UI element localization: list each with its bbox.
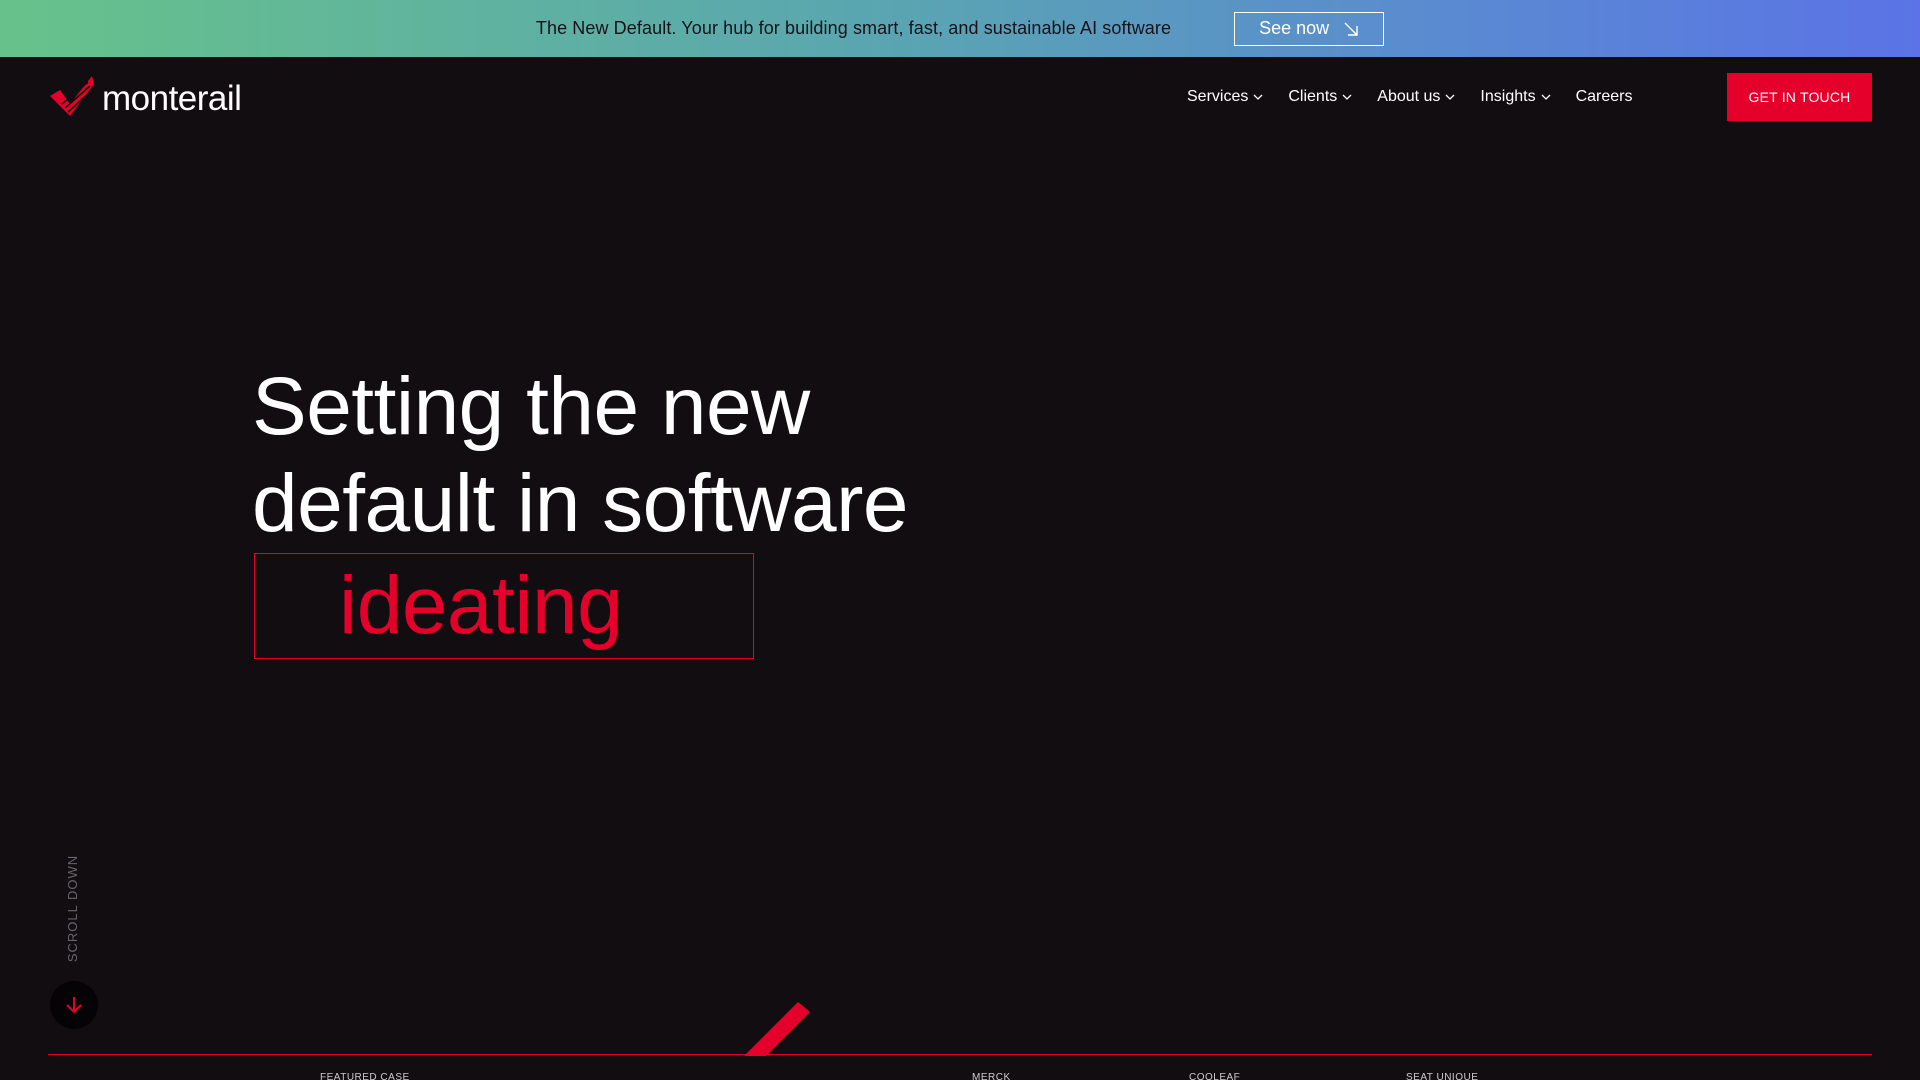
logo-text: monterail (102, 78, 242, 118)
see-now-label: See now (1259, 18, 1330, 38)
nav-item-about-us[interactable]: About us (1377, 88, 1455, 106)
featured-tab-merck[interactable]: MERCK (972, 1072, 1011, 1080)
get-in-touch-button[interactable]: GET IN TOUCH (1727, 73, 1872, 121)
nav-item-label: Services (1187, 88, 1249, 105)
scroll-down-label: SCROLL DOWN (64, 854, 82, 961)
chevron-down-icon (1541, 94, 1551, 100)
scroll-down-button[interactable] (50, 981, 98, 1029)
rotating-word-box: ideating (254, 553, 754, 659)
site-header: monterail Services Clients About us Insi… (0, 57, 1920, 137)
decorative-slash (744, 1002, 810, 1056)
announcement-banner: The New Default. Your hub for building s… (0, 0, 1920, 57)
nav-item-label: About us (1377, 88, 1441, 105)
featured-tab-cooleaf[interactable]: COOLEAF (1189, 1072, 1240, 1080)
see-now-button[interactable]: See now (1234, 11, 1385, 46)
featured-tab-seat-unique[interactable]: SEAT UNIQUE (1406, 1072, 1478, 1080)
main-nav: Services Clients About us Insights Caree… (1187, 57, 1632, 137)
nav-item-label: Clients (1288, 88, 1338, 105)
nav-item-insights[interactable]: Insights (1480, 88, 1551, 106)
arrow-down-right-icon (1344, 22, 1358, 36)
nav-item-label: Careers (1575, 88, 1633, 105)
hero-heading: Setting the new default in software (252, 358, 1152, 552)
nav-item-services[interactable]: Services (1187, 88, 1263, 106)
monterail-logo-icon (50, 76, 94, 116)
banner-text: The New Default. Your hub for building s… (535, 18, 1172, 38)
hero-heading-line-2: default in software (252, 458, 909, 549)
featured-divider (48, 1054, 1872, 1055)
featured-case-label: FEATURED CASE (320, 1072, 410, 1080)
nav-item-clients[interactable]: Clients (1288, 88, 1352, 106)
arrow-down-icon (66, 997, 82, 1014)
nav-item-label: Insights (1480, 88, 1536, 105)
scroll-down-text: SCROLL DOWN (65, 854, 81, 962)
page: The New Default. Your hub for building s… (0, 0, 1920, 1080)
chevron-down-icon (1445, 94, 1455, 100)
logo-link[interactable]: monterail (48, 74, 242, 122)
hero-heading-line-1: Setting the new (252, 361, 810, 452)
rotating-word: ideating (339, 560, 623, 651)
nav-item-careers[interactable]: Careers (1576, 88, 1633, 106)
chevron-down-icon (1342, 94, 1352, 100)
chevron-down-icon (1253, 94, 1263, 100)
